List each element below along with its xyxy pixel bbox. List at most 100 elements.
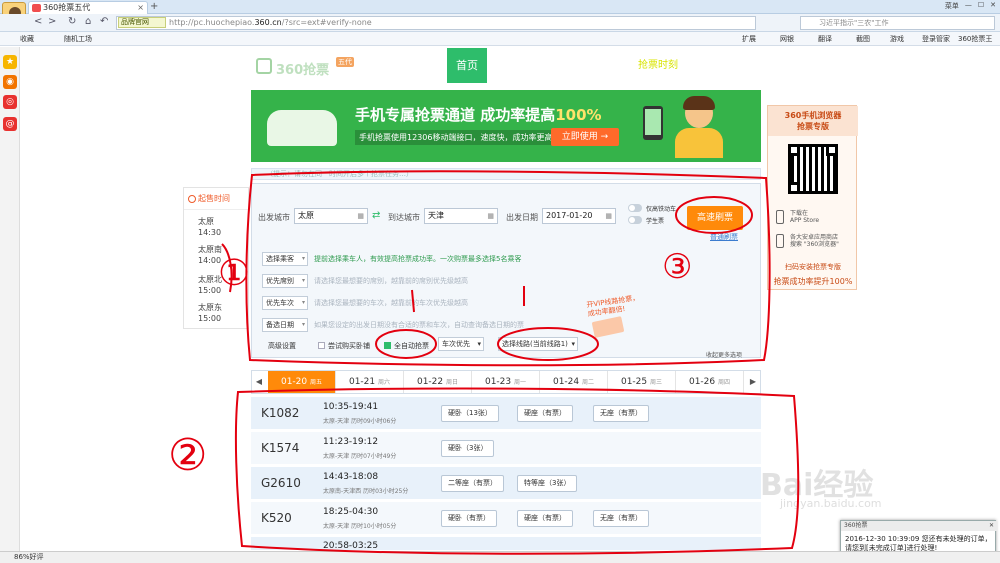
logo-text: 360抢票: [276, 63, 330, 78]
maximize-button[interactable]: ☐: [978, 1, 984, 11]
close-tab-icon[interactable]: ×: [137, 2, 144, 14]
menu-button[interactable]: 菜单: [945, 1, 959, 11]
url-host: pc.huochepiao.: [193, 18, 255, 27]
seat-button[interactable]: 硬座（有票）: [517, 405, 573, 422]
close-icon[interactable]: ✕: [989, 521, 994, 531]
train-route: 太原-天津 历时09小时06分: [323, 418, 397, 425]
toolbar-extensions[interactable]: 扩展: [742, 34, 756, 44]
date-input[interactable]: 2017-01-20 ▦: [542, 208, 616, 224]
weibo-icon[interactable]: ◎: [3, 95, 17, 109]
select-seat-class-button[interactable]: 优先席别 ▾: [262, 274, 308, 288]
toolbar-login[interactable]: 登录管家: [922, 34, 950, 44]
sale-time-header: 起售时间: [184, 188, 250, 210]
list-item[interactable]: 太原 14:30: [198, 216, 221, 238]
list-item[interactable]: 太原南 14:00: [198, 244, 222, 266]
date-tab[interactable]: 01-20 周五: [268, 371, 336, 393]
browser-tab[interactable]: 360抢票五代 ×: [28, 1, 148, 14]
nav-schedule[interactable]: 抢票时刻: [633, 48, 683, 83]
phone-illustration: [643, 106, 663, 140]
normal-refresh-button[interactable]: 普通刷票: [710, 232, 738, 242]
qr-code-icon: [788, 144, 838, 194]
train-row[interactable]: K1082 10:35-19:41 太原-天津 历时09小时06分 硬卧（13张…: [251, 397, 761, 430]
close-window-button[interactable]: ✕: [990, 1, 996, 11]
back-icon[interactable]: <: [34, 16, 42, 27]
select-train-button[interactable]: 优先车次 ▾: [262, 296, 308, 310]
to-city-input[interactable]: 天津 ▦: [424, 208, 498, 224]
seat-button[interactable]: 特等座（3张）: [517, 475, 578, 492]
new-tab-button[interactable]: +: [150, 1, 158, 12]
from-city-input[interactable]: 太原 ▦: [294, 208, 368, 224]
toolbar-translate[interactable]: 翻译: [818, 34, 832, 44]
seat-button[interactable]: 无座（有票）: [593, 510, 649, 527]
train-code: G2610: [261, 476, 301, 490]
site-favicon-icon: [32, 4, 41, 12]
site-logo[interactable]: 360抢票 五代: [256, 54, 356, 78]
date-tab[interactable]: 01-22 周日: [404, 371, 472, 393]
bookmark-favorites[interactable]: 收藏: [20, 34, 34, 44]
to-label: 到达城市: [388, 213, 420, 222]
date-tab[interactable]: 01-25 周三: [608, 371, 676, 393]
seat-button[interactable]: 硬卧（13张）: [441, 405, 499, 422]
toolbar-screenshot[interactable]: 截图: [856, 34, 870, 44]
rss-icon[interactable]: ◉: [3, 75, 17, 89]
seat-button[interactable]: 无座（有票）: [593, 405, 649, 422]
url-domain: 360.cn: [254, 18, 282, 27]
train-row[interactable]: K1574 11:23-19:12 太原-天津 历时07小时49分 硬卧（3张）: [251, 432, 761, 465]
vip-promo[interactable]: 开VIP线路抢票，成功率翻倍!: [586, 294, 647, 338]
auto-grab-checkbox[interactable]: [384, 342, 391, 349]
use-now-button[interactable]: 立即使用 →: [551, 128, 619, 146]
route-select[interactable]: 选择线路(当前线路1) ▾: [498, 337, 578, 351]
toolbar-games[interactable]: 游戏: [890, 34, 904, 44]
search-input[interactable]: 习近平指示"三农"工作: [800, 16, 995, 30]
official-site-badge[interactable]: 品牌官网: [118, 17, 166, 28]
list-item[interactable]: 太原北 15:00: [198, 274, 222, 296]
toolbar-bank[interactable]: 网银: [780, 34, 794, 44]
nav-home[interactable]: 首页: [447, 48, 487, 83]
train-row[interactable]: 20:58-03:25: [251, 537, 761, 551]
collapse-options-link[interactable]: 收起更多选项: [706, 350, 742, 359]
date-tab[interactable]: 01-26 周四: [676, 371, 744, 393]
date-tab[interactable]: 01-21 周六: [336, 371, 404, 393]
prev-date-icon[interactable]: ◀: [252, 371, 266, 393]
watermark-url: jingyan.baidu.com: [780, 497, 882, 510]
promo-banner[interactable]: 手机专属抢票通道 成功率提高100% 手机抢票使用12306移动端接口，速度快，…: [251, 90, 761, 162]
select-alt-date-button[interactable]: 备选日期 ▾: [262, 318, 308, 332]
seat-button[interactable]: 二等座（有票）: [441, 475, 504, 492]
clock-icon: [188, 195, 196, 203]
url-input[interactable]: http://pc.huochepiao.360.cn/?src=ext#ver…: [116, 16, 756, 30]
select-passenger-button[interactable]: 选择乘客 ▾: [262, 252, 308, 266]
option-hint: 请选择您最想要的车次，越靠前的车次优先级越高: [314, 299, 468, 307]
seat-button[interactable]: 硬座（有票）: [517, 510, 573, 527]
refresh-icon[interactable]: ↻: [68, 16, 76, 27]
seat-button[interactable]: 硬卧（3张）: [441, 440, 495, 457]
seat-button[interactable]: 硬卧（有票）: [441, 510, 497, 527]
train-row[interactable]: G2610 14:43-18:08 太原南-天津西 历时03小时25分 二等座（…: [251, 467, 761, 500]
train-row[interactable]: K520 18:25-04:30 太原-天津 历时10小时05分 硬卧（有票） …: [251, 502, 761, 535]
train-time: 14:43-18:08: [323, 472, 379, 482]
email-icon[interactable]: @: [3, 117, 17, 131]
priority-select[interactable]: 车次优先 ▾: [438, 337, 484, 351]
student-toggle[interactable]: [628, 216, 642, 224]
date-tab[interactable]: 01-23 周一: [472, 371, 540, 393]
forward-icon[interactable]: >: [48, 16, 56, 27]
qr-download-panel[interactable]: 360手机浏览器 抢票专版 下载在 APP Store 各大安卓应用商店 搜索 "36…: [767, 105, 858, 290]
train-route: 太原-天津 历时07小时49分: [323, 453, 397, 460]
date-tab[interactable]: 01-24 周二: [540, 371, 608, 393]
try-sleeper-checkbox[interactable]: [318, 342, 325, 349]
popup-title: 360抢票 ✕: [841, 521, 997, 531]
date-label: 出发日期: [506, 213, 538, 222]
home-icon[interactable]: ⌂: [85, 16, 91, 27]
hsr-only-toggle[interactable]: [628, 204, 642, 212]
train-code: K520: [261, 511, 292, 525]
bookmark-random[interactable]: 随机工场: [64, 34, 92, 44]
star-icon[interactable]: ★: [3, 55, 17, 69]
next-date-icon[interactable]: ▶: [746, 371, 760, 393]
fast-refresh-button[interactable]: 高速刷票: [687, 206, 743, 230]
hsr-only-label: 仅高铁动车: [646, 206, 677, 213]
minimize-button[interactable]: —: [965, 1, 972, 11]
swap-icon[interactable]: ⇄: [372, 210, 380, 221]
undo-icon[interactable]: ↶: [100, 16, 108, 27]
list-item[interactable]: 太原东 15:00: [198, 302, 222, 324]
train-time: 10:35-19:41: [323, 402, 379, 412]
toolbar-ticket-app[interactable]: 360抢票王: [958, 34, 992, 44]
